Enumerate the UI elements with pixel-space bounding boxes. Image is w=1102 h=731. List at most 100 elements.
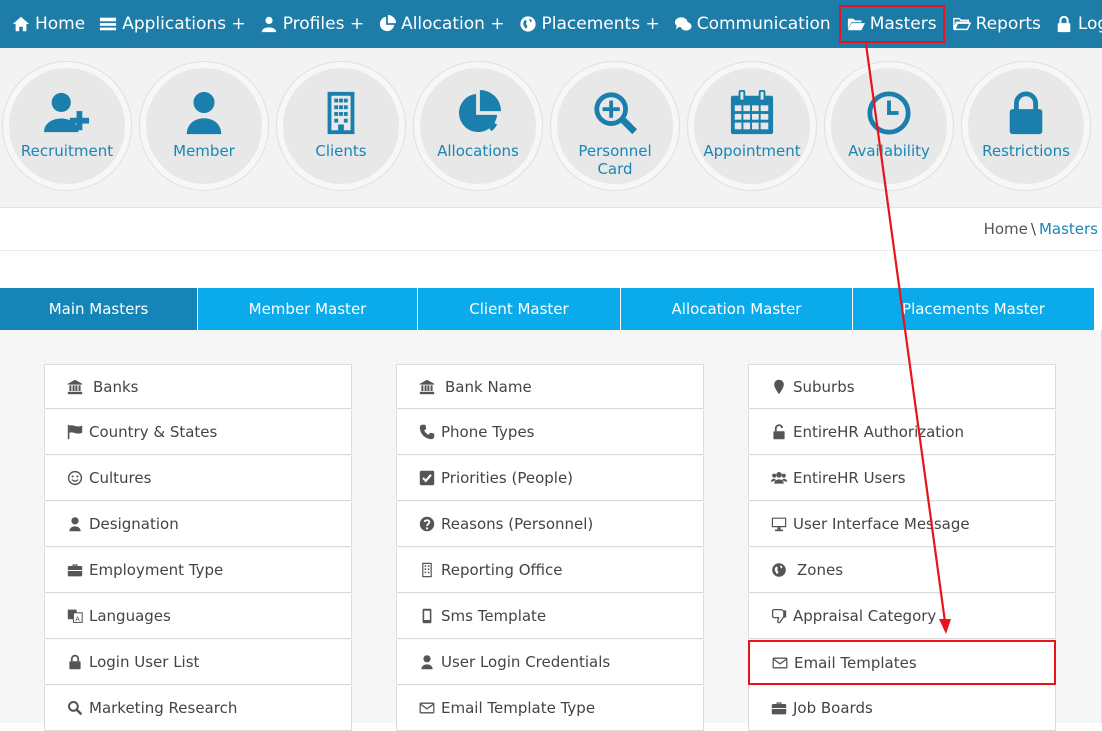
phone-icon bbox=[419, 424, 435, 440]
master-label: User Interface Message bbox=[793, 515, 970, 533]
thumbs-down-icon bbox=[771, 608, 787, 624]
nav-applications[interactable]: Applications + bbox=[93, 0, 252, 48]
nav-masters[interactable]: Masters bbox=[838, 5, 945, 43]
quick-recruitment[interactable]: Recruitment bbox=[3, 62, 131, 190]
tab-member-master[interactable]: Member Master bbox=[198, 288, 418, 330]
master-label: Reasons (Personnel) bbox=[441, 515, 594, 533]
master-email-templates[interactable]: Email Templates bbox=[748, 640, 1056, 685]
add-user-icon bbox=[44, 92, 90, 133]
bank-icon bbox=[419, 379, 435, 394]
master-languages[interactable]: A Languages bbox=[44, 594, 352, 639]
envelope-icon bbox=[772, 657, 788, 668]
breadcrumb-current[interactable]: Masters bbox=[1039, 220, 1098, 238]
master-suburbs[interactable]: Suburbs bbox=[748, 364, 1056, 409]
briefcase-icon bbox=[771, 702, 787, 715]
quick-availability[interactable]: Availability bbox=[825, 62, 953, 190]
nav-profiles[interactable]: Profiles + bbox=[254, 0, 370, 48]
nav-label: Reports bbox=[975, 14, 1041, 34]
masters-panel: Banks Country & States Cultures Designat… bbox=[0, 330, 1102, 731]
folder-open-icon bbox=[847, 18, 865, 31]
users-icon bbox=[771, 472, 787, 484]
master-phone-types[interactable]: Phone Types bbox=[396, 410, 704, 455]
master-label: Priorities (People) bbox=[441, 469, 574, 487]
breadcrumb-separator: \ bbox=[1030, 220, 1036, 238]
master-email-template-type[interactable]: Email Template Type bbox=[396, 686, 704, 731]
mobile-icon bbox=[422, 608, 432, 624]
master-zones[interactable]: Zones bbox=[748, 548, 1056, 593]
master-user-login-credentials[interactable]: User Login Credentials bbox=[396, 640, 704, 685]
master-reasons[interactable]: Reasons (Personnel) bbox=[396, 502, 704, 547]
master-label: Reporting Office bbox=[441, 561, 563, 579]
briefcase-icon bbox=[67, 564, 83, 577]
master-label: EntireHR Authorization bbox=[793, 423, 965, 441]
breadcrumb: Home \ Masters bbox=[984, 220, 1098, 238]
nav-label: Placements + bbox=[541, 14, 660, 34]
nav-communication[interactable]: Communication bbox=[668, 0, 837, 48]
master-sms-template[interactable]: Sms Template bbox=[396, 594, 704, 639]
master-label: Login User List bbox=[89, 653, 200, 671]
masters-column-2: Bank Name Phone Types Priorities (People… bbox=[396, 364, 704, 731]
nav-label: Allocation + bbox=[401, 14, 505, 34]
monitor-icon bbox=[771, 517, 787, 532]
master-label: Zones bbox=[797, 561, 844, 579]
master-label: Job Boards bbox=[793, 699, 873, 717]
master-employment-type[interactable]: Employment Type bbox=[44, 548, 352, 593]
master-label: Marketing Research bbox=[89, 699, 238, 717]
tab-client-master[interactable]: Client Master bbox=[418, 288, 621, 330]
quick-appointment[interactable]: Appointment bbox=[688, 62, 816, 190]
smile-icon bbox=[67, 470, 83, 486]
master-entirehr-authorization[interactable]: EntireHR Authorization bbox=[748, 410, 1056, 455]
nav-label: Communication bbox=[696, 14, 831, 34]
breadcrumb-home[interactable]: Home bbox=[984, 220, 1028, 238]
flag-icon bbox=[67, 424, 83, 440]
master-banks[interactable]: Banks bbox=[44, 364, 352, 409]
quick-label: Member bbox=[173, 142, 235, 160]
user-icon bbox=[261, 16, 276, 33]
master-label: Country & States bbox=[89, 423, 218, 441]
master-priorities[interactable]: Priorities (People) bbox=[396, 456, 704, 501]
quick-launch-bar: Recruitment Member Clients Allocations P… bbox=[0, 48, 1102, 208]
master-bank-name[interactable]: Bank Name bbox=[396, 364, 704, 409]
nav-reports[interactable]: Reports bbox=[947, 0, 1047, 48]
nav-label: Profiles + bbox=[282, 14, 365, 34]
list-icon bbox=[100, 17, 117, 31]
nav-home[interactable]: Home bbox=[6, 0, 91, 48]
clock-icon bbox=[867, 91, 911, 135]
master-cultures[interactable]: Cultures bbox=[44, 456, 352, 501]
quick-label: Recruitment bbox=[20, 142, 114, 160]
quick-member[interactable]: Member bbox=[140, 62, 268, 190]
language-icon: A bbox=[67, 609, 83, 623]
master-marketing-research[interactable]: Marketing Research bbox=[44, 686, 352, 731]
master-label: Cultures bbox=[89, 469, 152, 487]
quick-personnel-card[interactable]: Personnel Card bbox=[551, 62, 679, 190]
master-login-user-list[interactable]: Login User List bbox=[44, 640, 352, 685]
master-country-states[interactable]: Country & States bbox=[44, 410, 352, 455]
nav-allocation[interactable]: Allocation + bbox=[372, 0, 510, 48]
quick-clients[interactable]: Clients bbox=[277, 62, 405, 190]
master-entirehr-users[interactable]: EntireHR Users bbox=[748, 456, 1056, 501]
master-label: Phone Types bbox=[441, 423, 535, 441]
master-reporting-office[interactable]: Reporting Office bbox=[396, 548, 704, 593]
tab-label: Client Master bbox=[469, 300, 569, 318]
master-appraisal-category[interactable]: Appraisal Category bbox=[748, 594, 1056, 639]
nav-label: Logins + bbox=[1077, 14, 1102, 34]
master-label: Appraisal Category bbox=[793, 607, 937, 625]
checkbox-icon bbox=[419, 470, 435, 486]
nav-logins[interactable]: Logins + bbox=[1049, 0, 1102, 48]
nav-placements[interactable]: Placements + bbox=[513, 0, 666, 48]
nav-label: Masters bbox=[869, 14, 937, 34]
master-designation[interactable]: Designation bbox=[44, 502, 352, 547]
master-job-boards[interactable]: Job Boards bbox=[748, 686, 1056, 731]
tab-placements-master[interactable]: Placements Master bbox=[853, 288, 1094, 330]
master-label: Bank Name bbox=[445, 377, 532, 396]
lock-icon bbox=[1057, 15, 1071, 33]
master-label: Sms Template bbox=[441, 607, 547, 625]
master-label: Designation bbox=[89, 515, 179, 533]
calendar-icon bbox=[730, 90, 774, 135]
quick-allocations[interactable]: Allocations bbox=[414, 62, 542, 190]
quick-restrictions[interactable]: Restrictions bbox=[962, 62, 1090, 190]
tab-allocation-master[interactable]: Allocation Master bbox=[621, 288, 853, 330]
master-label: Email Template Type bbox=[441, 699, 596, 717]
master-user-interface-message[interactable]: User Interface Message bbox=[748, 502, 1056, 547]
tab-main-masters[interactable]: Main Masters bbox=[0, 288, 198, 330]
